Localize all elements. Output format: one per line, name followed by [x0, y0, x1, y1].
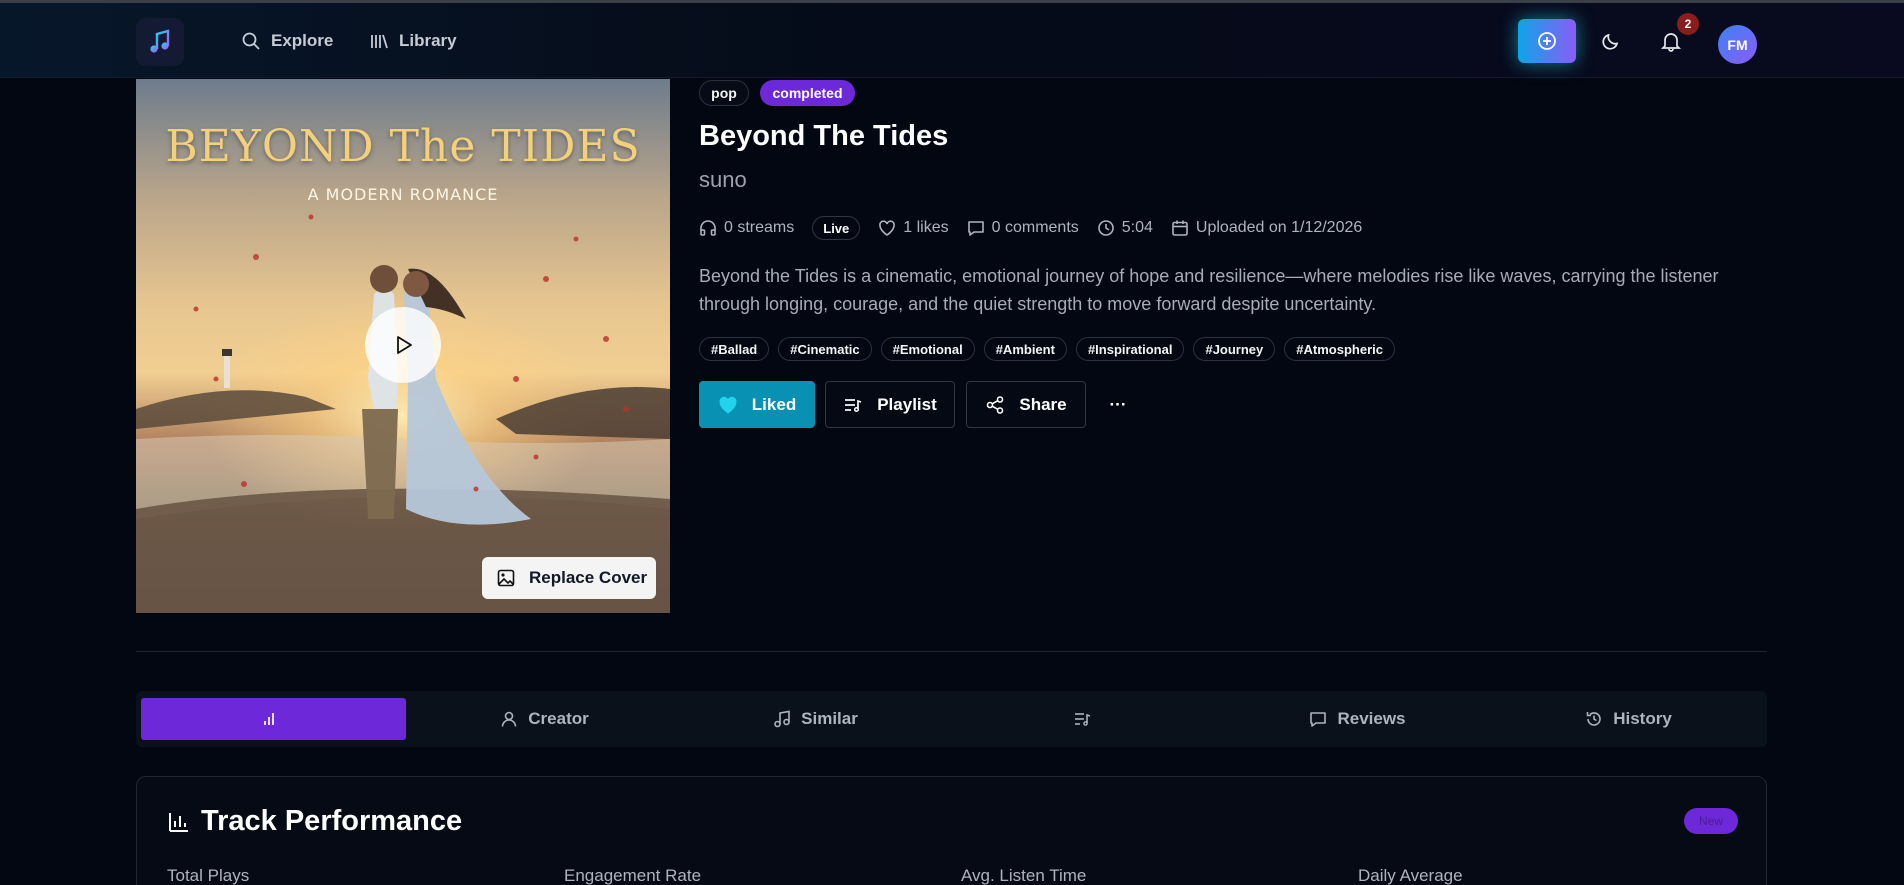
tab-reviews-label: Reviews: [1337, 709, 1406, 728]
duration-value: 5:04: [1121, 219, 1153, 236]
streams-stat: 0 streams: [699, 219, 794, 237]
tab-similar[interactable]: Similar: [683, 698, 948, 740]
tag-list: #Ballad #Cinematic #Emotional #Ambient #…: [699, 337, 1395, 361]
tab-creator[interactable]: Creator: [412, 698, 677, 740]
notification-count-badge: 2: [1677, 13, 1699, 35]
comment-icon: [967, 221, 984, 236]
headphones-icon: [700, 220, 716, 236]
tab-history-label: History: [1613, 709, 1672, 728]
tab-lyrics[interactable]: [954, 698, 1219, 740]
streams-count: 0 streams: [724, 219, 795, 236]
create-track-button[interactable]: [1518, 19, 1576, 63]
artist-name[interactable]: suno: [699, 167, 747, 193]
track-title: Beyond The Tides: [699, 120, 949, 152]
tab-creator-label: Creator: [528, 709, 589, 728]
track-stats: 0 streams Live 1 likes 0 comments 5:04 U…: [699, 216, 1380, 240]
heart-filled-icon: [719, 396, 737, 414]
metric-label-engagement-rate: Engagement Rate: [564, 866, 702, 885]
tag-chip[interactable]: #Emotional: [880, 337, 975, 361]
cover-art-subtitle: A MODERN ROMANCE: [307, 185, 499, 204]
user-icon: [501, 711, 517, 727]
tab-history[interactable]: History: [1496, 698, 1761, 740]
replace-cover-button[interactable]: Replace Cover: [482, 557, 656, 599]
message-icon: [1310, 712, 1327, 727]
likes-count: 1 likes: [903, 219, 949, 236]
share-icon: [987, 395, 1004, 414]
metric-label-avg-listen-time: Avg. Listen Time: [961, 866, 1087, 885]
tab-similar-label: Similar: [801, 709, 858, 728]
bell-icon[interactable]: [1660, 30, 1682, 52]
replace-cover-label: Replace Cover: [529, 568, 648, 587]
share-button[interactable]: Share: [966, 381, 1086, 428]
section-divider: [136, 651, 1767, 652]
tag-chip[interactable]: #Journey: [1193, 337, 1276, 361]
playlist-icon: [845, 398, 862, 412]
tag-chip[interactable]: #Ballad: [699, 337, 770, 361]
play-icon: [397, 336, 412, 354]
tag-chip[interactable]: #Atmospheric: [1284, 337, 1395, 361]
uploaded-stat: Uploaded on 1/12/2026: [1171, 219, 1362, 237]
status-badge: completed: [760, 80, 855, 106]
track-performance-card: Track Performance New Total Plays Engage…: [136, 776, 1767, 885]
bar-chart-icon: [169, 812, 188, 832]
app-logo[interactable]: [136, 18, 184, 66]
play-button[interactable]: [365, 307, 441, 383]
heart-icon: [879, 220, 896, 236]
tab-reviews[interactable]: Reviews: [1225, 698, 1490, 740]
plus-circle-icon: [1538, 32, 1556, 50]
card-title: Track Performance: [167, 805, 462, 838]
moon-icon[interactable]: [1600, 30, 1622, 52]
add-to-playlist-button[interactable]: Playlist: [825, 381, 955, 428]
nav-library-label: Library: [399, 31, 457, 50]
live-badge: Live: [812, 216, 861, 240]
comments-count: 0 comments: [991, 219, 1079, 236]
tag-chip[interactable]: #Cinematic: [778, 337, 872, 361]
nav-library[interactable]: Library: [369, 29, 457, 53]
track-cover-art: BEYOND The TIDES A MODERN ROMANCE Replac…: [136, 79, 670, 613]
music-note-logo-icon: [150, 29, 170, 53]
track-description: Beyond the Tides is a cinematic, emotion…: [699, 266, 1719, 314]
track-tabs: Creator Similar Reviews History: [136, 691, 1767, 747]
duration-stat: 5:04: [1097, 219, 1153, 237]
music-note-icon: [774, 710, 790, 728]
comments-stat: 0 comments: [967, 219, 1079, 237]
nav-explore[interactable]: Explore: [241, 29, 333, 53]
list-music-icon: [1074, 713, 1090, 726]
metric-label-total-plays: Total Plays: [167, 866, 250, 885]
uploaded-date: Uploaded on 1/12/2026: [1195, 219, 1363, 236]
search-icon: [242, 32, 260, 50]
tag-chip[interactable]: #Inspirational: [1075, 337, 1185, 361]
liked-label: Liked: [751, 394, 797, 414]
image-icon: [497, 569, 515, 587]
liked-button[interactable]: Liked: [699, 381, 815, 428]
card-title-text: Track Performance: [201, 805, 463, 837]
share-label: Share: [1019, 394, 1067, 414]
history-icon: [1586, 712, 1601, 726]
likes-stat: 1 likes: [878, 219, 949, 237]
tag-chip[interactable]: #Ambient: [983, 337, 1067, 361]
tab-stats[interactable]: [141, 698, 406, 740]
more-options-button[interactable]: ···: [1098, 381, 1138, 428]
user-avatar[interactable]: FM: [1718, 25, 1757, 64]
clock-icon: [1097, 220, 1114, 236]
library-icon: [371, 34, 388, 49]
metric-label-daily-average: Daily Average: [1358, 866, 1463, 885]
new-badge: New: [1684, 808, 1738, 834]
nav-explore-label: Explore: [271, 31, 334, 50]
playlist-label: Playlist: [877, 394, 937, 414]
genre-badge[interactable]: pop: [699, 80, 749, 106]
cover-art-title: BEYOND The TIDES: [165, 121, 641, 172]
bar-chart-icon: [263, 713, 274, 725]
calendar-icon: [1172, 220, 1188, 236]
app-header: Explore Library 2 FM: [0, 3, 1904, 78]
